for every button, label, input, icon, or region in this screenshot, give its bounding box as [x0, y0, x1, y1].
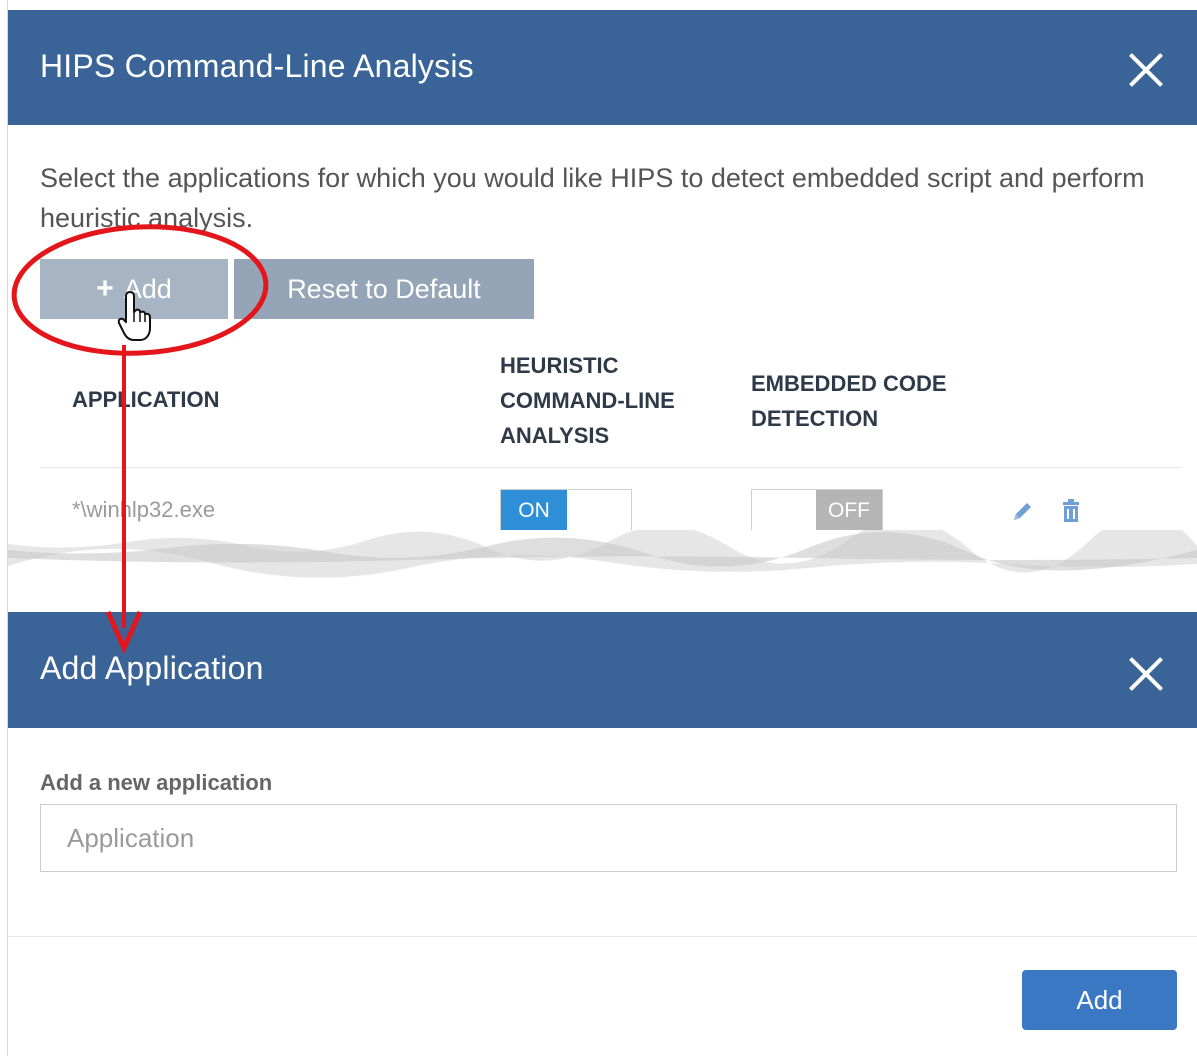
- reset-to-default-button[interactable]: Reset to Default: [234, 259, 534, 319]
- plus-icon: +: [96, 272, 114, 305]
- column-header-heuristic: HEURISTIC COMMAND-LINE ANALYSIS: [500, 353, 675, 448]
- toggle-on-label: ON: [501, 490, 567, 532]
- column-header-embedded: EMBEDDED CODE DETECTION: [751, 371, 947, 431]
- add-application-button-label: Add: [1076, 984, 1123, 1015]
- add-button[interactable]: + Add: [40, 259, 228, 319]
- toggle-off-label: OFF: [816, 490, 882, 532]
- add-application-dialog: Add Application Add a new application Ad…: [8, 612, 1197, 1056]
- close-icon[interactable]: [1126, 654, 1166, 694]
- reset-button-label: Reset to Default: [287, 273, 481, 304]
- dialog-header: HIPS Command-Line Analysis: [8, 10, 1197, 125]
- dialog-title: HIPS Command-Line Analysis: [40, 48, 474, 84]
- application-input[interactable]: [40, 804, 1177, 872]
- column-header-application: APPLICATION: [72, 387, 220, 412]
- edit-icon[interactable]: [1011, 499, 1035, 523]
- add-button-label: Add: [123, 273, 172, 304]
- page-left-edge: [0, 0, 8, 1056]
- heuristic-toggle[interactable]: ON: [500, 489, 632, 533]
- field-label: Add a new application: [40, 770, 273, 795]
- torn-edge-separator: [8, 530, 1197, 612]
- hips-command-line-dialog: HIPS Command-Line Analysis Select the ap…: [8, 10, 1197, 545]
- table-row-application: *\winhlp32.exe: [72, 497, 216, 522]
- dialog-description: Select the applications for which you wo…: [40, 163, 1145, 233]
- dialog-header: Add Application: [8, 612, 1197, 728]
- embedded-code-toggle[interactable]: OFF: [751, 489, 883, 533]
- table-divider: [40, 467, 1180, 468]
- close-icon[interactable]: [1126, 50, 1166, 90]
- dialog-title: Add Application: [40, 650, 264, 686]
- add-application-button[interactable]: Add: [1022, 970, 1177, 1030]
- delete-icon[interactable]: [1060, 499, 1082, 523]
- dialog-footer-divider: [8, 936, 1197, 937]
